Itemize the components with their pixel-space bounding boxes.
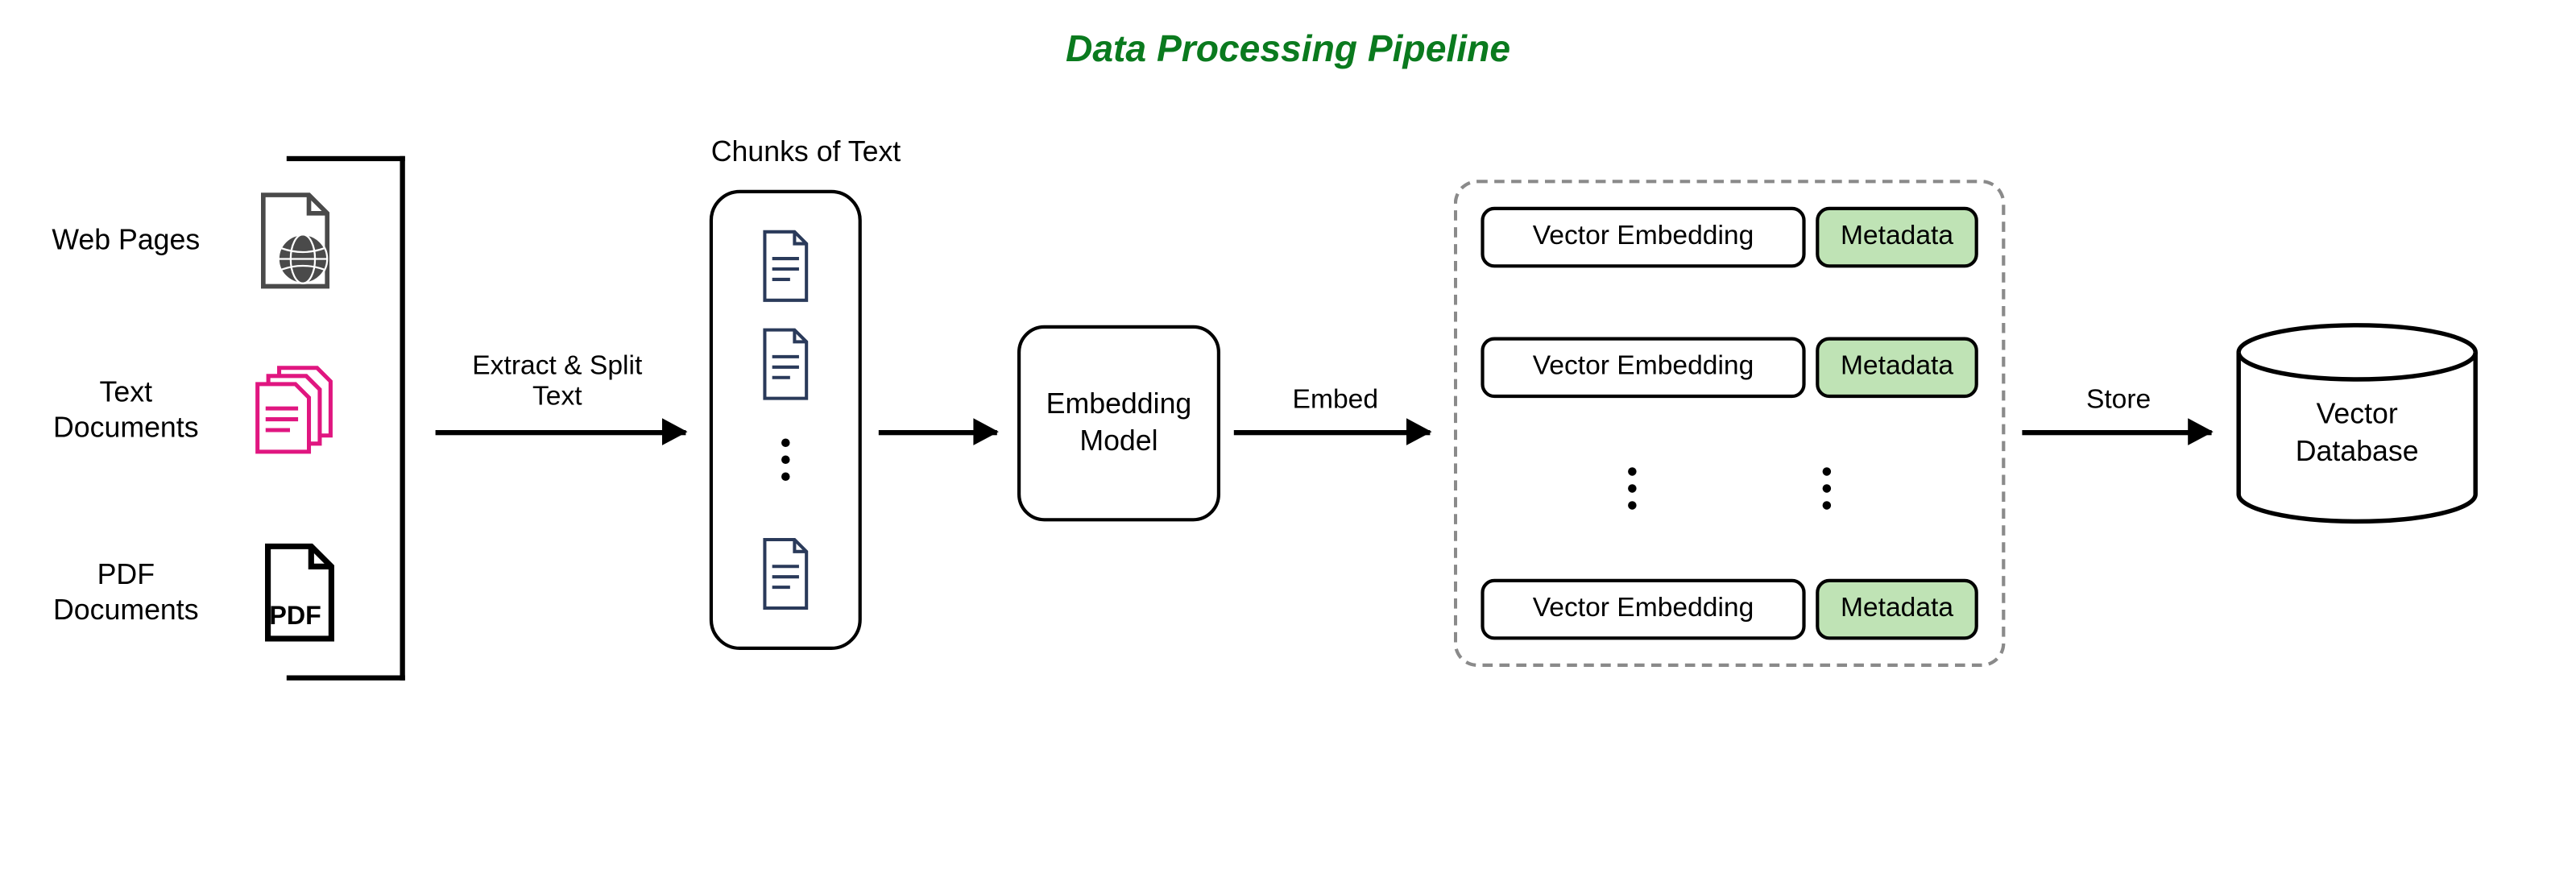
arrow-store	[2022, 430, 2211, 434]
pdf-document-icon: PDF	[250, 545, 345, 640]
arrow-embed-label: Embed	[1268, 386, 1403, 416]
vector-database-label: Vector Database	[2235, 396, 2479, 471]
embedding-model-box: Embedding Model	[1017, 325, 1220, 522]
source-text-row: Text Documents	[33, 362, 371, 457]
vertical-ellipsis-icon	[781, 439, 790, 482]
vertical-ellipsis-icon	[1823, 467, 1832, 510]
embedding-row: Vector Embedding Metadata	[1481, 337, 1978, 398]
web-page-icon	[250, 193, 345, 288]
chunks-label: Chunks of Text	[671, 136, 942, 170]
arrow-store-label: Store	[2060, 386, 2178, 416]
source-web-label: Web Pages	[33, 222, 219, 259]
embeddings-group: Vector Embedding Metadata Vector Embeddi…	[1454, 180, 2006, 667]
diagram-title: Data Processing Pipeline	[2, 27, 2574, 72]
diagram-canvas: Data Processing Pipeline Web Pages Text …	[2, 7, 2574, 887]
embedding-model-label: Embedding Model	[1046, 386, 1192, 461]
vector-database-cylinder: Vector Database	[2235, 322, 2479, 525]
embedding-row: Vector Embedding Metadata	[1481, 207, 1978, 268]
chunk-doc-icon	[756, 229, 817, 303]
arrow-chunks-to-model	[879, 430, 997, 434]
vector-embedding-box: Vector Embedding	[1481, 207, 1805, 268]
vector-embedding-box: Vector Embedding	[1481, 337, 1805, 398]
source-text-label: Text Documents	[33, 374, 219, 445]
chunk-doc-icon	[756, 327, 817, 401]
metadata-box: Metadata	[1816, 579, 1978, 640]
metadata-box: Metadata	[1816, 207, 1978, 268]
vertical-ellipsis-icon	[1628, 467, 1637, 510]
embedding-ellipsis-row	[1481, 467, 1978, 510]
arrow-embed	[1234, 430, 1431, 434]
arrow-extract-split	[436, 430, 686, 434]
svg-text:PDF: PDF	[269, 601, 321, 630]
arrow-extract-label: Extract & Split Text	[439, 352, 676, 413]
chunks-box	[710, 190, 862, 650]
chunk-doc-icon	[756, 536, 817, 610]
text-documents-icon	[250, 362, 345, 457]
source-pdf-row: PDF Documents PDF	[33, 545, 371, 640]
metadata-box: Metadata	[1816, 337, 1978, 398]
source-pdf-label: PDF Documents	[33, 557, 219, 628]
vector-embedding-box: Vector Embedding	[1481, 579, 1805, 640]
source-web-row: Web Pages	[33, 193, 371, 288]
embedding-row: Vector Embedding Metadata	[1481, 579, 1978, 640]
